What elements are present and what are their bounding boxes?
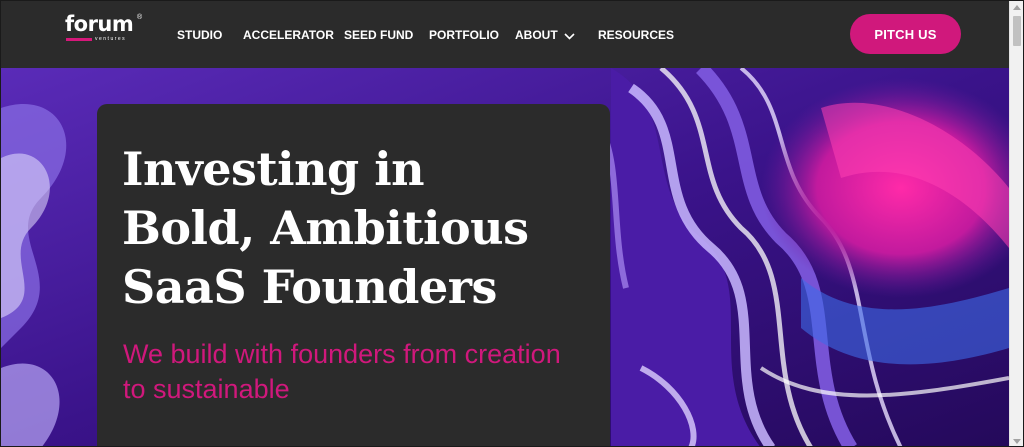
nav-item-seed-fund[interactable]: SEED FUND bbox=[344, 27, 413, 43]
nav-item-about[interactable]: ABOUT bbox=[515, 27, 575, 44]
subline-line-2: to sustainable bbox=[123, 374, 290, 404]
nav-item-resources[interactable]: RESOURCES bbox=[598, 27, 674, 43]
logo-registered-mark: ® bbox=[137, 14, 143, 21]
nav-item-about-label: ABOUT bbox=[515, 28, 558, 42]
headline-line-1: Investing in bbox=[122, 142, 425, 196]
logo-wordmark: forum bbox=[65, 12, 134, 36]
subline-line-1: We build with founders from creation bbox=[123, 339, 561, 369]
hero-subline: We build with founders from creation to … bbox=[123, 337, 593, 407]
hero-card: Investing in Bold, Ambitious SaaS Founde… bbox=[97, 104, 610, 446]
scroll-up-arrow-icon[interactable] bbox=[1013, 5, 1021, 10]
nav-item-accelerator[interactable]: ACCELERATOR bbox=[243, 27, 334, 43]
pitch-us-button[interactable]: PITCH US bbox=[850, 14, 961, 54]
site-header: forum ® ventures STUDIO ACCELERATOR SEED… bbox=[1, 1, 1009, 68]
nav-item-studio[interactable]: STUDIO bbox=[177, 27, 222, 43]
scroll-thumb[interactable] bbox=[1013, 16, 1021, 46]
logo-subtitle: ventures bbox=[95, 36, 127, 42]
headline-line-3: SaaS Founders bbox=[122, 260, 497, 314]
forum-ventures-logo[interactable]: forum ® ventures bbox=[65, 13, 145, 45]
hero-section: Investing in Bold, Ambitious SaaS Founde… bbox=[1, 68, 1009, 446]
scroll-down-arrow-icon[interactable] bbox=[1013, 439, 1021, 444]
browser-viewport: forum ® ventures STUDIO ACCELERATOR SEED… bbox=[0, 0, 1024, 447]
headline-line-2: Bold, Ambitious bbox=[122, 201, 529, 255]
chevron-down-icon bbox=[564, 28, 575, 44]
vertical-scrollbar[interactable] bbox=[1009, 1, 1023, 446]
logo-accent-bar bbox=[66, 38, 92, 41]
hero-headline: Investing in Bold, Ambitious SaaS Founde… bbox=[122, 140, 592, 317]
nav-item-portfolio[interactable]: PORTFOLIO bbox=[429, 27, 499, 43]
